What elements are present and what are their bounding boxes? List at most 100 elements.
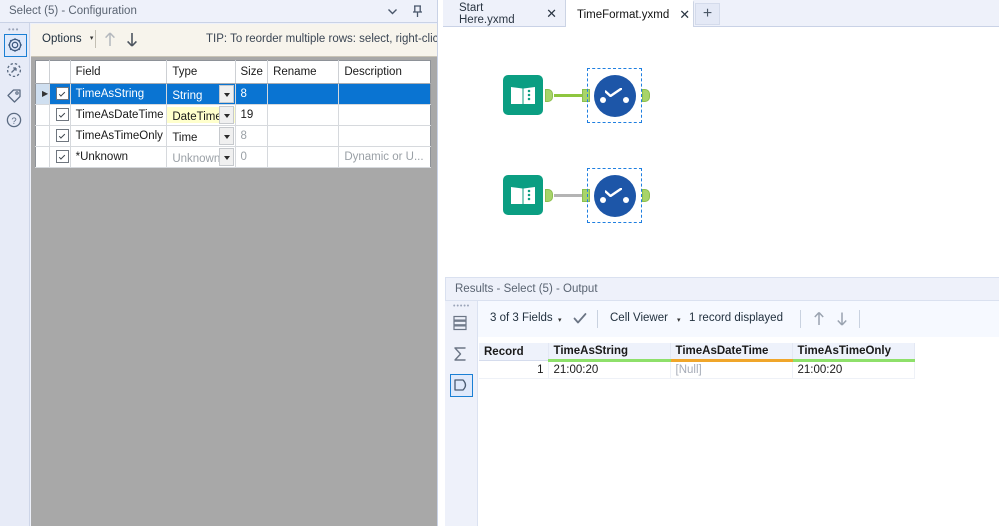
field-checkbox[interactable] [55,128,69,142]
field-size-cell[interactable]: 8 [235,83,269,105]
arrow-up-icon[interactable] [809,309,829,329]
plus-icon[interactable]: + [695,3,720,25]
configuration-panel: Select (5) - Configuration ••• ? Options… [0,0,496,526]
row-handle[interactable] [35,104,51,126]
row-checkbox-cell[interactable] [49,83,71,105]
field-checkbox[interactable] [55,107,69,121]
table-row[interactable]: TimeAsDateTime DateTime 19 [35,104,431,126]
cell-timeasstring[interactable]: 21:00:20 [548,360,671,379]
field-size-cell[interactable]: 0 [235,146,269,168]
field-rename-cell[interactable] [267,104,340,126]
field-description-cell[interactable] [338,104,431,126]
header-rename[interactable]: Rename [267,60,340,84]
close-icon[interactable]: ✕ [536,7,557,20]
field-description-cell[interactable] [338,83,431,105]
row-pointer-icon: ▶ [42,89,49,98]
cell-timeastimeonly[interactable]: 21:00:20 [792,360,915,379]
cell-viewer-selector[interactable]: Cell Viewer [610,312,668,324]
table-row[interactable]: *Unknown Unknown 0 Dynamic or U... [35,146,431,168]
chevron-down-icon[interactable] [218,148,234,166]
field-name-cell[interactable]: TimeAsString [70,83,168,105]
select-tool-node[interactable] [587,168,642,223]
field-description-cell[interactable] [338,125,431,147]
field-type-cell[interactable]: Unknown [166,146,236,168]
rows-icon[interactable] [450,313,473,336]
results-grid-area[interactable]: Record TimeAsString TimeAsDateTime TimeA… [479,343,999,526]
table-row[interactable]: TimeAsTimeOnly Time 8 [35,125,431,147]
field-description-cell[interactable]: Dynamic or U... [338,146,431,168]
field-rename-cell[interactable] [267,125,340,147]
header-timeasstring[interactable]: TimeAsString [548,343,671,362]
dataflow-icon[interactable] [450,374,473,397]
chevron-down-icon[interactable] [218,85,234,103]
select-tool-node[interactable] [587,68,642,123]
field-type-cell[interactable]: Time [166,125,236,147]
field-type-cell[interactable]: DateTime [166,104,236,126]
header-type[interactable]: Type [166,60,236,84]
rail-grip-icon[interactable]: ••• [8,26,22,34]
cycle-icon[interactable] [4,60,27,83]
header-timeastimeonly[interactable]: TimeAsTimeOnly [792,343,915,362]
record-count-label: 1 record displayed [689,312,783,324]
header-description[interactable]: Description [338,60,431,84]
chevron-down-icon[interactable] [218,106,234,124]
results-header-row: Record TimeAsString TimeAsDateTime TimeA… [479,343,915,362]
field-grid-header-row: Field Type Size Rename Description [35,60,431,84]
field-name-cell[interactable]: *Unknown [70,146,168,168]
table-row[interactable]: 1 21:00:20 [Null] 21:00:20 [479,360,915,379]
input-tool-node[interactable] [503,175,543,215]
field-type-cell[interactable]: String [166,83,236,105]
tab-start-here[interactable]: Start Here.yxmd ✕ [448,0,566,27]
connector-active[interactable] [554,94,584,97]
connector-inactive[interactable] [554,194,584,197]
field-rename-cell[interactable] [267,146,340,168]
row-checkbox-cell[interactable] [49,146,71,168]
workflow-canvas[interactable] [443,27,999,277]
help-icon[interactable]: ? [4,110,27,133]
close-icon[interactable]: ✕ [669,8,690,21]
field-checkbox[interactable] [55,86,69,100]
row-handle[interactable]: ▶ [35,83,51,105]
header-size[interactable]: Size [235,60,269,84]
field-size-cell[interactable]: 19 [235,104,269,126]
row-handle[interactable] [35,125,51,147]
field-size-cell[interactable]: 8 [235,125,269,147]
arrow-down-icon[interactable] [122,29,142,50]
pin-icon[interactable] [409,3,426,20]
field-checkbox[interactable] [55,149,69,163]
options-toolbar: Options ▾ TIP: To reorder multiple rows:… [31,24,496,57]
options-button[interactable]: Options ▾ [37,30,99,48]
chevron-down-icon[interactable] [218,127,234,145]
chevron-down-icon[interactable]: ▾ [677,316,681,324]
gear-icon[interactable] [4,34,27,57]
header-record[interactable]: Record [479,343,549,361]
tab-timeformat[interactable]: TimeFormat.yxmd ✕ [566,0,694,27]
tag-icon[interactable] [4,85,27,108]
input-tool-node[interactable] [503,75,543,115]
row-handle[interactable] [35,146,51,168]
fields-selector[interactable]: 3 of 3 Fields [490,312,553,324]
output-port[interactable] [545,189,553,202]
cell-timeasdatetime[interactable]: [Null] [670,360,793,379]
chevron-down-icon[interactable]: ▾ [558,316,562,324]
header-timeasdatetime[interactable]: TimeAsDateTime [670,343,793,362]
field-grid: Field Type Size Rename Description ▶ Tim… [35,60,431,168]
output-port[interactable] [545,89,553,102]
row-checkbox-cell[interactable] [49,104,71,126]
select-tool-icon [594,175,636,217]
arrow-up-icon[interactable] [100,29,120,50]
field-name-cell[interactable]: TimeAsDateTime [70,104,168,126]
select-output-port[interactable] [642,89,650,102]
checkmark-icon[interactable] [573,312,587,326]
field-rename-cell[interactable] [267,83,340,105]
rail-grip-icon[interactable]: ••••• [453,303,470,310]
field-name-cell[interactable]: TimeAsTimeOnly [70,125,168,147]
arrow-down-icon[interactable] [832,309,852,329]
row-checkbox-cell[interactable] [49,125,71,147]
table-row[interactable]: ▶ TimeAsString String 8 [35,83,431,105]
header-handle [35,60,51,84]
select-output-port[interactable] [642,189,650,202]
header-field[interactable]: Field [70,60,168,84]
chevron-down-icon[interactable] [384,3,401,20]
sigma-icon[interactable] [450,344,473,367]
